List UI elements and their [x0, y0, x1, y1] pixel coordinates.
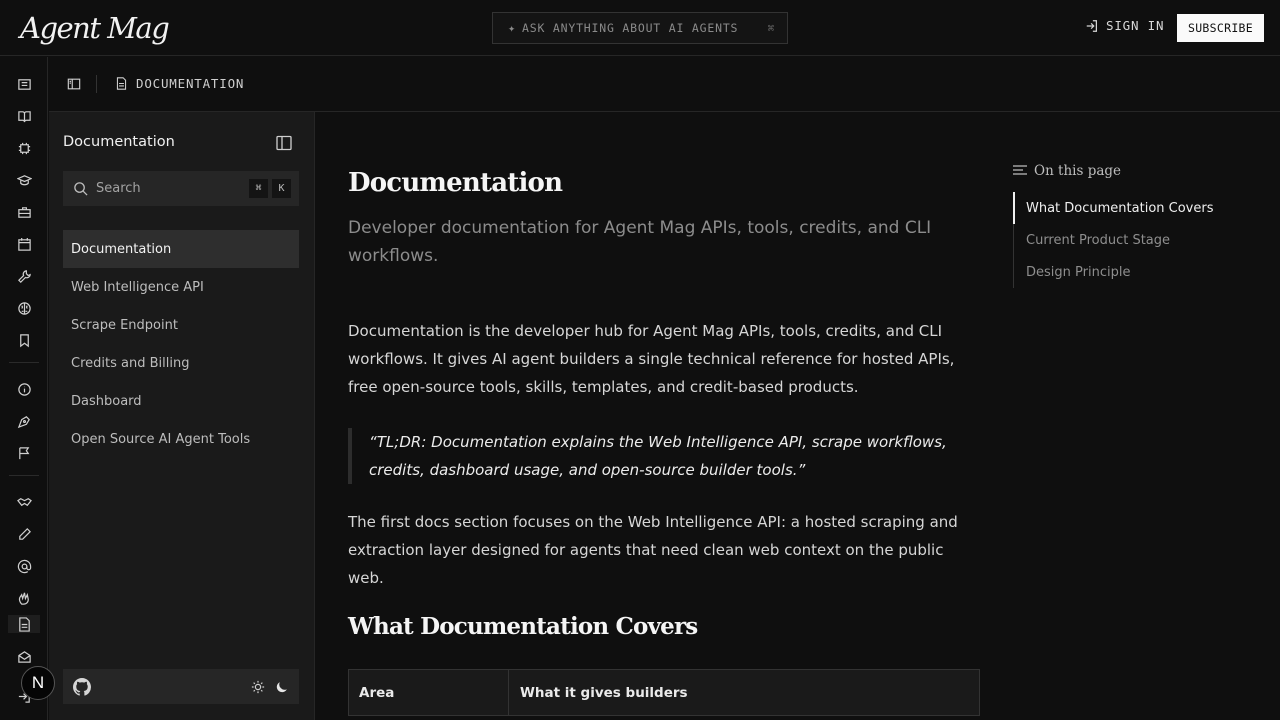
- search-shortcut: ⌘ K: [249, 179, 291, 198]
- file-text-icon[interactable]: [16, 616, 32, 632]
- ask-ai-search-bar[interactable]: ✦ ASK ANYTHING ABOUT AI AGENTS ⌘: [492, 12, 788, 44]
- sidebar-search-input[interactable]: Search ⌘ K: [63, 171, 299, 206]
- pen-nib-icon[interactable]: [16, 413, 32, 429]
- n-badge[interactable]: N: [21, 666, 55, 700]
- docs-sidebar: Documentation Search ⌘ K Documentation W…: [49, 112, 315, 720]
- toc-item-design-principle[interactable]: Design Principle: [1014, 256, 1263, 288]
- handshake-icon[interactable]: [16, 494, 32, 510]
- calendar-icon[interactable]: [16, 236, 32, 252]
- sun-icon[interactable]: [251, 680, 265, 694]
- nav-item-open-source-tools[interactable]: Open Source AI Agent Tools: [63, 420, 299, 458]
- wrench-icon[interactable]: [16, 268, 32, 284]
- nav-item-dashboard[interactable]: Dashboard: [63, 382, 299, 420]
- coverage-table: Area What it gives builders: [348, 669, 980, 716]
- section-heading: What Documentation Covers: [348, 613, 698, 640]
- table-header-area: Area: [349, 670, 509, 715]
- list-icon: [1013, 165, 1027, 177]
- waving-hand-icon[interactable]: [16, 590, 32, 606]
- sidebar-toggle-icon[interactable]: [67, 77, 81, 91]
- table-header-builders: What it gives builders: [520, 684, 688, 701]
- moon-icon[interactable]: [275, 680, 289, 694]
- sign-in-link[interactable]: SIGN IN: [1085, 18, 1164, 33]
- table-header-row: Area What it gives builders: [349, 670, 979, 715]
- nav-item-scrape-endpoint[interactable]: Scrape Endpoint: [63, 306, 299, 344]
- subscribe-button[interactable]: SUBSCRIBE: [1177, 14, 1264, 42]
- search-icon: [73, 181, 88, 196]
- breadcrumb-label: DOCUMENTATION: [136, 76, 245, 91]
- nav-item-web-intelligence-api[interactable]: Web Intelligence API: [63, 268, 299, 306]
- nav-item-documentation[interactable]: Documentation: [63, 230, 299, 268]
- tldr-quote: “TL;DR: Documentation explains the Web I…: [348, 428, 948, 484]
- brain-icon[interactable]: [16, 300, 32, 316]
- toc-heading-label: On this page: [1034, 163, 1122, 179]
- flag-icon[interactable]: [16, 445, 32, 461]
- section-paragraph: The first docs section focuses on the We…: [348, 513, 958, 587]
- graduation-cap-icon[interactable]: [16, 172, 32, 188]
- search-placeholder: Search: [96, 181, 141, 196]
- page-title: Documentation: [348, 168, 563, 198]
- sparkle-icon: ✦: [508, 21, 517, 35]
- toc-item-what-documentation-covers[interactable]: What Documentation Covers: [1013, 192, 1263, 224]
- collapse-sidebar-icon[interactable]: [276, 135, 292, 151]
- table-of-contents: On this page What Documentation Covers C…: [1013, 160, 1263, 288]
- sidebar-footer: [63, 669, 299, 704]
- file-icon: [115, 77, 128, 90]
- top-bar: Agent Mag ✦ ASK ANYTHING ABOUT AI AGENTS…: [0, 0, 1280, 56]
- n-badge-letter: N: [31, 673, 45, 692]
- bookmark-icon[interactable]: [16, 332, 32, 348]
- github-icon[interactable]: [73, 677, 91, 696]
- toc-item-current-product-stage[interactable]: Current Product Stage: [1014, 224, 1263, 256]
- k-key: K: [272, 179, 291, 198]
- info-icon[interactable]: [16, 381, 32, 397]
- sidebar-title: Documentation: [63, 134, 175, 150]
- shortcut-hint: ⌘: [767, 21, 775, 35]
- at-sign-icon[interactable]: [16, 558, 32, 574]
- main-content: Documentation Developer documentation fo…: [316, 113, 1006, 720]
- cpu-icon[interactable]: [16, 140, 32, 156]
- toc-heading: On this page: [1013, 160, 1263, 182]
- toc-list: What Documentation Covers Current Produc…: [1013, 192, 1263, 288]
- log-in-icon: [1085, 19, 1099, 33]
- icon-rail: [0, 57, 48, 720]
- page-subtitle: Developer documentation for Agent Mag AP…: [348, 218, 932, 266]
- docs-nav: Documentation Web Intelligence API Scrap…: [63, 230, 299, 458]
- pencil-icon[interactable]: [16, 526, 32, 542]
- breadcrumb-bar: DOCUMENTATION: [49, 57, 1280, 112]
- breadcrumb[interactable]: DOCUMENTATION: [115, 76, 244, 91]
- briefcase-icon[interactable]: [16, 204, 32, 220]
- mail-open-icon[interactable]: [16, 648, 32, 664]
- ask-placeholder: ASK ANYTHING ABOUT AI AGENTS: [522, 21, 739, 35]
- intro-paragraph: Documentation is the developer hub for A…: [348, 322, 955, 396]
- sign-in-label: SIGN IN: [1106, 18, 1165, 33]
- site-logo[interactable]: Agent Mag: [20, 11, 170, 45]
- cmd-key: ⌘: [249, 179, 268, 198]
- nav-item-credits-billing[interactable]: Credits and Billing: [63, 344, 299, 382]
- book-open-icon[interactable]: [16, 108, 32, 124]
- newspaper-icon[interactable]: [16, 76, 32, 92]
